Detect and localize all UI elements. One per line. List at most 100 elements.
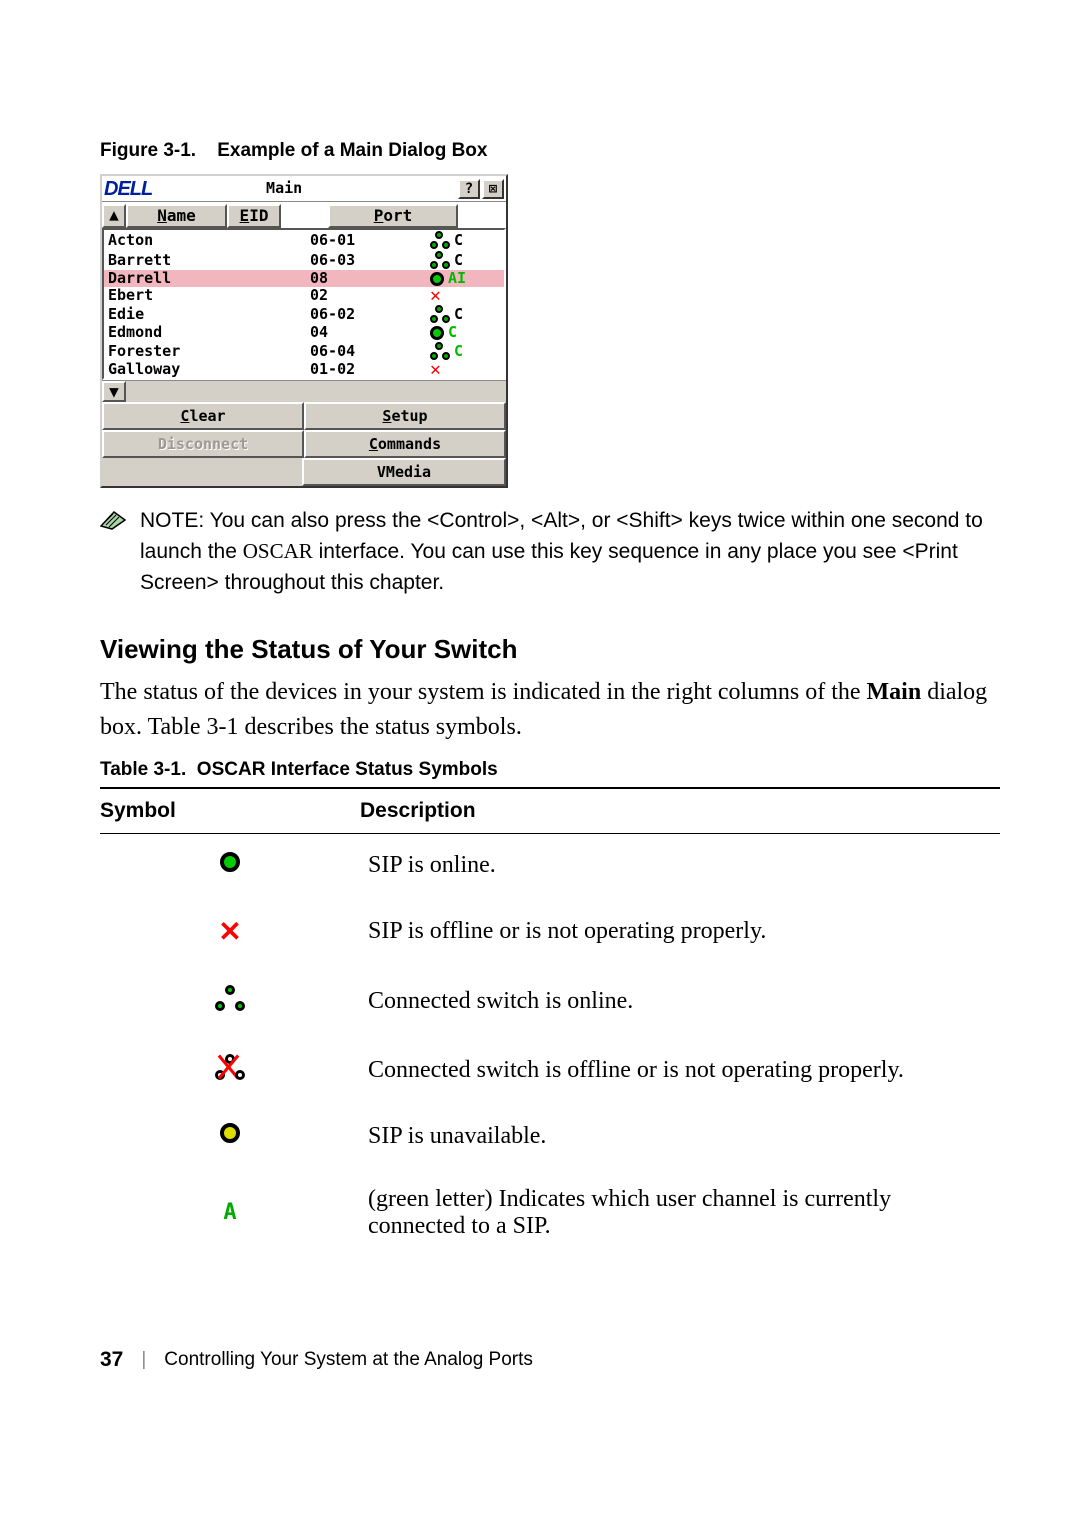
- row-channel: C: [454, 307, 463, 322]
- symbol-cell: A: [100, 1168, 360, 1258]
- figure-caption: Figure 3-1. Example of a Main Dialog Box: [100, 140, 1000, 162]
- desc-cell: (green letter) Indicates which user chan…: [360, 1168, 1000, 1258]
- note-text: NOTE: You can also press the <Control>, …: [140, 506, 1000, 598]
- note-label: NOTE:: [140, 509, 204, 532]
- row-name: Galloway: [106, 362, 310, 377]
- switch-offline-icon: [215, 1054, 245, 1080]
- symbol-cell: [100, 967, 360, 1036]
- offline-icon: ✕: [430, 289, 441, 303]
- switch-icon: [430, 305, 450, 323]
- clear-button[interactable]: Clear: [102, 402, 304, 430]
- table-row: Connected switch is online.: [100, 967, 1000, 1036]
- row-port: 01-02: [310, 362, 430, 377]
- table-row: Connected switch is offline or is not op…: [100, 1036, 1000, 1105]
- figure-text: Example of a Main Dialog Box: [217, 140, 487, 161]
- setup-button[interactable]: Setup: [304, 402, 506, 430]
- row-status: ✕: [430, 363, 486, 377]
- sip-offline-icon: ✕: [218, 917, 241, 948]
- th-description: Description: [360, 788, 1000, 834]
- row-status: ✕: [430, 289, 486, 303]
- row-status: AI: [430, 271, 486, 286]
- server-row[interactable]: Galloway01-02✕: [104, 361, 504, 378]
- help-button[interactable]: ?: [458, 179, 480, 199]
- desc-cell: Connected switch is offline or is not op…: [360, 1036, 1000, 1105]
- server-row[interactable]: Ebert02✕: [104, 287, 504, 304]
- page-footer: 37 | Controlling Your System at the Anal…: [100, 1348, 1000, 1372]
- desc-cell: SIP is offline or is not operating prope…: [360, 897, 1000, 967]
- vmedia-button[interactable]: VMedia: [302, 458, 506, 486]
- symbol-cell: [100, 833, 360, 897]
- row-name: Edmond: [106, 325, 310, 340]
- row-status: C: [430, 231, 486, 249]
- section-heading: Viewing the Status of Your Switch: [100, 634, 1000, 665]
- server-row[interactable]: Edmond04 C: [104, 324, 504, 341]
- scroll-down-button[interactable]: ▼: [102, 381, 126, 402]
- server-row[interactable]: Edie06-02 C: [104, 304, 504, 324]
- switch-icon: [430, 342, 450, 360]
- row-name: Darrell: [106, 271, 310, 286]
- row-port: 08: [310, 271, 430, 286]
- row-name: Barrett: [106, 253, 310, 268]
- row-name: Forester: [106, 344, 310, 359]
- row-channel: AI: [448, 271, 466, 286]
- table-row: ✕ SIP is offline or is not operating prop…: [100, 897, 1000, 967]
- note: NOTE: You can also press the <Control>, …: [100, 506, 1000, 598]
- section-body: The status of the devices in your system…: [100, 675, 1000, 745]
- row-status: C: [430, 342, 486, 360]
- online-icon: [430, 326, 444, 340]
- col-name-header[interactable]: Name: [126, 204, 227, 228]
- col-port-header[interactable]: Port: [328, 204, 458, 228]
- server-row[interactable]: Acton06-01C: [104, 230, 504, 250]
- button-row-3: VMedia: [102, 458, 506, 486]
- server-list: Acton06-01CBarrett06-03CDarrell08AIEbert…: [102, 228, 506, 380]
- row-port: 06-03: [310, 253, 430, 268]
- commands-button[interactable]: Commands: [304, 430, 506, 458]
- switch-online-icon: [215, 985, 245, 1011]
- desc-cell: Connected switch is online.: [360, 967, 1000, 1036]
- scroll-up-icon: ▲: [109, 205, 119, 224]
- online-icon: [430, 272, 444, 286]
- scroll-down-row: ▼: [102, 380, 506, 402]
- row-status: C: [430, 325, 486, 340]
- symbol-cell: [100, 1105, 360, 1168]
- table-header-row: Symbol Description: [100, 788, 1000, 834]
- titlebar: DELL Main ? ⊠: [102, 176, 506, 202]
- desc-cell: SIP is unavailable.: [360, 1105, 1000, 1168]
- server-row[interactable]: Barrett06-03C: [104, 250, 504, 270]
- sip-unavailable-icon: [220, 1123, 240, 1143]
- table-row: SIP is online.: [100, 833, 1000, 897]
- symbol-cell: [100, 1036, 360, 1105]
- row-name: Edie: [106, 307, 310, 322]
- page-number: 37: [100, 1348, 123, 1372]
- sip-online-icon: [220, 852, 240, 872]
- main-dialog: DELL Main ? ⊠ ▲ Name EID Port Acton06-01…: [100, 174, 508, 488]
- close-button[interactable]: ⊠: [482, 179, 504, 199]
- row-name: Ebert: [106, 288, 310, 303]
- col-eid-header[interactable]: EID: [227, 204, 281, 228]
- scroll-up-button[interactable]: ▲: [102, 204, 126, 228]
- table-row: SIP is unavailable.: [100, 1105, 1000, 1168]
- row-port: 04: [310, 325, 430, 340]
- row-name: Acton: [106, 233, 310, 248]
- footer-separator: |: [141, 1349, 146, 1371]
- table-caption: Table 3-1. OSCAR Interface Status Symbol…: [100, 759, 1000, 781]
- dialog-title: Main: [112, 181, 456, 196]
- row-channel: C: [454, 233, 463, 248]
- button-row-2: Disconnect Commands: [102, 430, 506, 458]
- table-row: A (green letter) Indicates which user cha…: [100, 1168, 1000, 1258]
- server-row[interactable]: Darrell08 AI: [104, 270, 504, 287]
- server-row[interactable]: Forester06-04C: [104, 341, 504, 361]
- column-headers: ▲ Name EID Port: [102, 202, 506, 228]
- symbol-cell: ✕: [100, 897, 360, 967]
- disconnect-button: Disconnect: [102, 430, 304, 458]
- offline-icon: ✕: [430, 363, 441, 377]
- row-port: 02: [310, 288, 430, 303]
- row-port: 06-02: [310, 307, 430, 322]
- row-channel: C: [448, 325, 457, 340]
- desc-cell: SIP is online.: [360, 833, 1000, 897]
- note-icon: [100, 510, 126, 530]
- user-channel-icon: A: [223, 1200, 236, 1225]
- switch-icon: [430, 231, 450, 249]
- status-symbols-table: Symbol Description SIP is online. ✕ SIP is…: [100, 787, 1000, 1258]
- th-symbol: Symbol: [100, 788, 360, 834]
